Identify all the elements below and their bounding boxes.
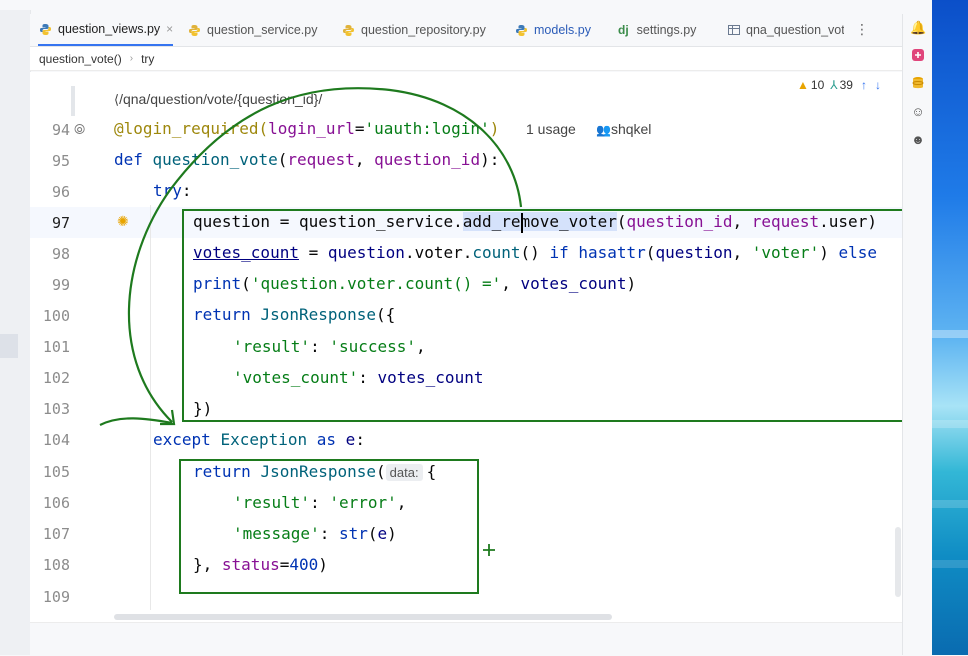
annotation-arrow bbox=[99, 87, 523, 556]
right-tool-strip: 🔔 ☺ ☻ bbox=[902, 14, 933, 655]
database-icon[interactable] bbox=[910, 76, 926, 92]
copilot-chat-icon[interactable]: ☻ bbox=[910, 132, 926, 148]
desktop-background bbox=[932, 0, 968, 655]
ai-assistant-icon[interactable] bbox=[910, 48, 926, 64]
notifications-icon[interactable]: 🔔 bbox=[910, 20, 926, 36]
copilot-icon[interactable]: ☺ bbox=[910, 104, 926, 120]
